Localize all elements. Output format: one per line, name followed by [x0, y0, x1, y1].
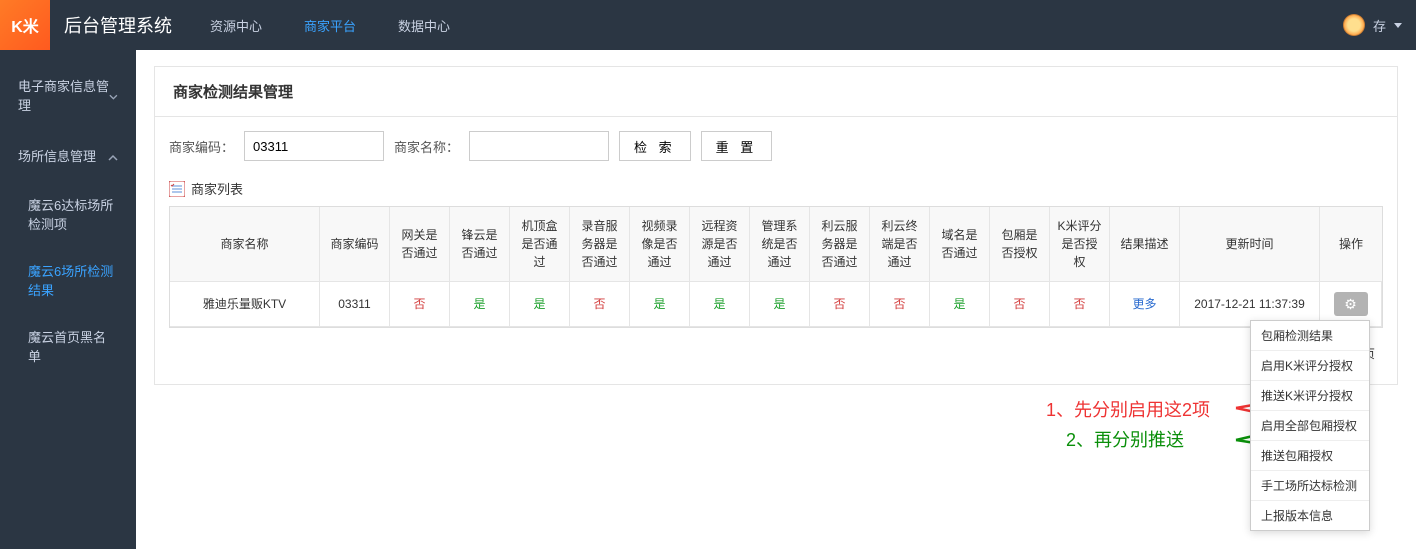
main-content: 商家检测结果管理 商家编码： 商家名称： 检 索 重 置 商家列表	[136, 50, 1416, 549]
top-nav: 资源中心 商家平台 数据中心	[192, 0, 468, 50]
chevron-down-icon	[1394, 23, 1402, 28]
col-管理: 管理系统是否通过	[750, 207, 810, 282]
pagination: /1 页	[169, 328, 1383, 370]
dd-包厢检测结果[interactable]: 包厢检测结果	[1251, 321, 1369, 351]
sidebar: 电子商家信息管理 场所信息管理 魔云6达标场所检测项 魔云6场所检测结果 魔云首…	[0, 50, 136, 549]
cell-v2: 是	[510, 282, 570, 327]
logo: K米	[0, 0, 50, 50]
col-域名: 域名是否通过	[930, 207, 990, 282]
result-table: 商家名称 商家编码 网关是否通过 锋云是否通过 机顶盒是否通过 录音服务器是否通…	[169, 206, 1383, 328]
list-title: 商家列表	[191, 179, 243, 198]
col-K米: K米评分是否授权	[1050, 207, 1110, 282]
cell-v9: 是	[930, 282, 990, 327]
sidebar-item-魔云首页黑名单[interactable]: 魔云首页黑名单	[10, 313, 136, 379]
cell-v7: 否	[810, 282, 870, 327]
annotation-line-2: 2、再分别推送	[1066, 426, 1184, 452]
row-actions-dropdown: 包厢检测结果 启用K米评分授权 推送K米评分授权 启用全部包厢授权 推送包厢授权…	[1250, 320, 1370, 531]
cell-more[interactable]: 更多	[1110, 282, 1180, 327]
filter-bar: 商家编码： 商家名称： 检 索 重 置	[169, 131, 1383, 161]
col-录音: 录音服务器是否通过	[570, 207, 630, 282]
dd-启用K米评分授权[interactable]: 启用K米评分授权	[1251, 351, 1369, 381]
sidebar-group-label: 电子商家信息管理	[18, 76, 109, 114]
col-包厢: 包厢是否授权	[990, 207, 1050, 282]
col-锋云: 锋云是否通过	[450, 207, 510, 282]
col-远程: 远程资源是否通过	[690, 207, 750, 282]
col-商家编码: 商家编码	[320, 207, 390, 282]
brand-title: 后台管理系统	[50, 12, 192, 38]
checklist-icon	[169, 181, 185, 197]
col-网关: 网关是否通过	[390, 207, 450, 282]
user-menu[interactable]: 存	[1343, 14, 1416, 36]
sidebar-item-魔云6场所检测结果[interactable]: 魔云6场所检测结果	[10, 247, 136, 313]
cell-v10: 否	[990, 282, 1050, 327]
dd-推送包厢授权[interactable]: 推送包厢授权	[1251, 441, 1369, 471]
col-结果描述: 结果描述	[1110, 207, 1180, 282]
cell-v3: 否	[570, 282, 630, 327]
cell-v11: 否	[1050, 282, 1110, 327]
col-更新时间: 更新时间	[1180, 207, 1320, 282]
dd-手工场所达标检测[interactable]: 手工场所达标检测	[1251, 471, 1369, 501]
col-机顶盒: 机顶盒是否通过	[510, 207, 570, 282]
sidebar-group-场所信息管理[interactable]: 场所信息管理	[0, 130, 136, 181]
annotation-line-1: 1、先分别启用这2项	[1046, 396, 1210, 422]
filter-code-label: 商家编码：	[169, 137, 234, 156]
cell-v0: 否	[390, 282, 450, 327]
gear-icon: ⚙	[1344, 296, 1357, 313]
row-actions-button[interactable]: ⚙	[1334, 292, 1368, 316]
sidebar-group-label: 场所信息管理	[18, 146, 96, 165]
cell-v5: 是	[690, 282, 750, 327]
chevron-down-icon	[109, 90, 118, 100]
col-操作: 操作	[1320, 207, 1382, 282]
dd-启用全部包厢授权[interactable]: 启用全部包厢授权	[1251, 411, 1369, 441]
nav-商家平台[interactable]: 商家平台	[286, 0, 374, 50]
cell-name: 雅迪乐量贩KTV	[170, 282, 320, 327]
panel-title: 商家检测结果管理	[155, 67, 1397, 117]
cell-code: 03311	[320, 282, 390, 327]
sidebar-item-魔云6达标场所检测项[interactable]: 魔云6达标场所检测项	[10, 181, 136, 247]
col-商家名称: 商家名称	[170, 207, 320, 282]
cell-v8: 否	[870, 282, 930, 327]
nav-数据中心[interactable]: 数据中心	[380, 0, 468, 50]
user-label: 存	[1373, 16, 1386, 35]
merchant-name-input[interactable]	[469, 131, 609, 161]
dd-推送K米评分授权[interactable]: 推送K米评分授权	[1251, 381, 1369, 411]
col-利云端: 利云终端是否通过	[870, 207, 930, 282]
col-视频: 视频录像是否通过	[630, 207, 690, 282]
col-利云服: 利云服务器是否通过	[810, 207, 870, 282]
filter-name-label: 商家名称：	[394, 137, 459, 156]
panel: 商家检测结果管理 商家编码： 商家名称： 检 索 重 置 商家列表	[154, 66, 1398, 385]
merchant-code-input[interactable]	[244, 131, 384, 161]
reset-button[interactable]: 重 置	[701, 131, 773, 161]
sidebar-group-电子商家信息管理[interactable]: 电子商家信息管理	[0, 60, 136, 130]
nav-资源中心[interactable]: 资源中心	[192, 0, 280, 50]
cell-v1: 是	[450, 282, 510, 327]
search-button[interactable]: 检 索	[619, 131, 691, 161]
chevron-up-icon	[108, 151, 118, 161]
dd-上报版本信息[interactable]: 上报版本信息	[1251, 501, 1369, 530]
cell-v4: 是	[630, 282, 690, 327]
cell-v6: 是	[750, 282, 810, 327]
table-row: 雅迪乐量贩KTV 03311 否 是 是 否 是 是 是 否 否 是	[170, 282, 1382, 327]
app-header: K米 后台管理系统 资源中心 商家平台 数据中心 存	[0, 0, 1416, 50]
avatar	[1343, 14, 1365, 36]
